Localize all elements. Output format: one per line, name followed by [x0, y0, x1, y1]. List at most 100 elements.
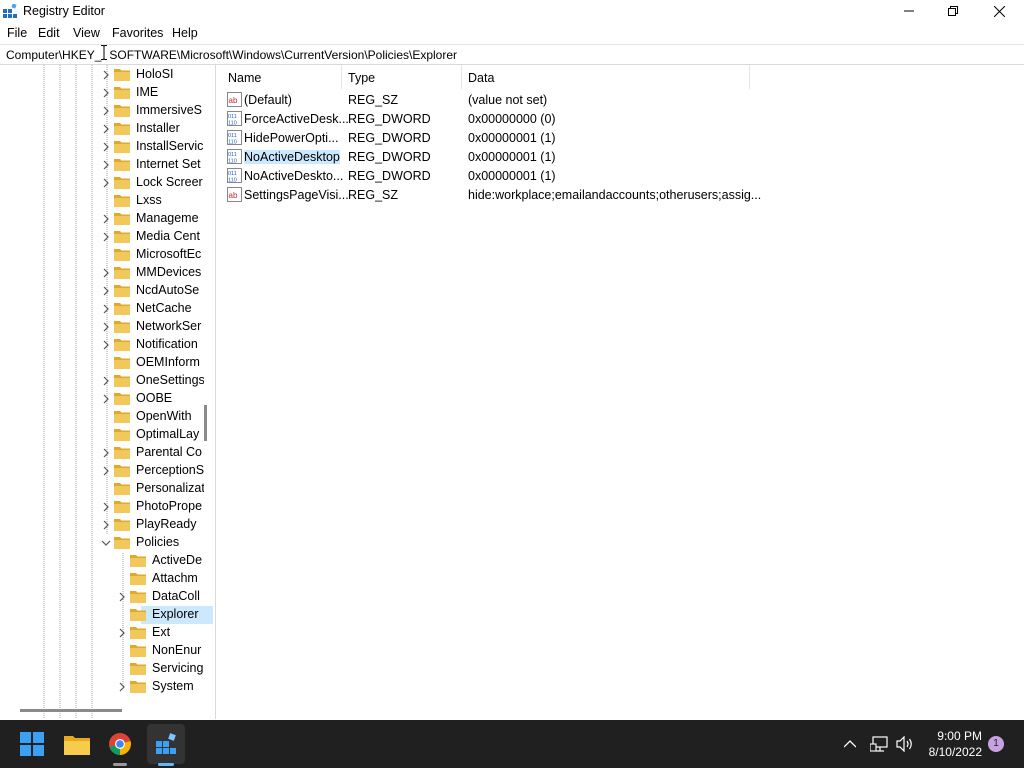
tree-item[interactable]: System	[0, 678, 204, 696]
address-path[interactable]: Computer\HKEY_ SOFTWARE\Microsoft\Windows…	[6, 48, 457, 62]
chevron-right-icon[interactable]	[101, 178, 111, 188]
clock[interactable]: 9:00 PM 8/10/2022	[920, 728, 982, 760]
menu-edit[interactable]: Edit	[38, 26, 60, 40]
tree-item[interactable]: Policies	[0, 534, 204, 552]
menu-favorites[interactable]: Favorites	[112, 26, 163, 40]
chevron-right-icon[interactable]	[101, 286, 111, 296]
file-explorer-button[interactable]	[61, 728, 93, 760]
chevron-right-icon[interactable]	[117, 628, 127, 638]
network-button[interactable]	[866, 730, 892, 758]
chevron-right-icon[interactable]	[101, 376, 111, 386]
tree-item[interactable]: Media Cent	[0, 228, 204, 246]
tree-item[interactable]: ActiveDe	[0, 552, 204, 570]
close-button[interactable]	[976, 0, 1022, 22]
tree-item[interactable]: Lxss	[0, 192, 204, 210]
notification-badge[interactable]: 1	[988, 736, 1004, 752]
menu-help[interactable]: Help	[172, 26, 198, 40]
chevron-right-icon[interactable]	[101, 232, 111, 242]
tree-item[interactable]: NonEnur	[0, 642, 204, 660]
chevron-right-icon[interactable]	[101, 214, 111, 224]
chevron-right-icon[interactable]	[101, 394, 111, 404]
folder-icon	[114, 339, 130, 351]
column-header-name[interactable]: Name	[228, 71, 261, 85]
tree-item[interactable]: OneSettings	[0, 372, 204, 390]
value-row[interactable]: ab SettingsPageVisi... REG_SZ hide:workplac…	[221, 186, 761, 205]
tree-item[interactable]: NcdAutoSe	[0, 282, 204, 300]
chevron-right-icon[interactable]	[101, 340, 111, 350]
column-divider[interactable]	[341, 65, 342, 89]
column-divider[interactable]	[749, 65, 750, 89]
column-header-type[interactable]: Type	[348, 71, 375, 85]
tree-item[interactable]: InstallServic	[0, 138, 204, 156]
chevron-right-icon[interactable]	[101, 124, 111, 134]
tree-item[interactable]: PhotoPrope	[0, 498, 204, 516]
menu-view[interactable]: View	[73, 26, 100, 40]
chevron-right-icon[interactable]	[101, 88, 111, 98]
address-bar[interactable]: Computer\HKEY_ SOFTWARE\Microsoft\Windows…	[0, 44, 1024, 65]
menu-file[interactable]: File	[7, 26, 27, 40]
minimize-button[interactable]	[886, 0, 932, 22]
tree-item[interactable]: OpenWith	[0, 408, 204, 426]
tree-item[interactable]: Internet Set	[0, 156, 204, 174]
tree-item[interactable]: Explorer	[0, 606, 204, 624]
tree-item[interactable]: Parental Co	[0, 444, 204, 462]
tree-item[interactable]: Attachm	[0, 570, 204, 588]
tree-item[interactable]: Ext	[0, 624, 204, 642]
key-tree[interactable]: HoloSI IME ImmersiveS Installer InstallServi…	[0, 65, 216, 719]
value-row[interactable]: 110 011 ForceActiveDesk... REG_DWORD 0x00000…	[221, 110, 751, 129]
tree-item[interactable]: DataColl	[0, 588, 204, 606]
volume-button[interactable]	[892, 730, 918, 758]
tree-item[interactable]: Personalizat	[0, 480, 204, 498]
tree-item[interactable]: ImmersiveS	[0, 102, 204, 120]
tree-item-label: OptimalLay	[136, 427, 200, 441]
tree-item[interactable]: Manageme	[0, 210, 204, 228]
tree-item[interactable]: Installer	[0, 120, 204, 138]
chrome-button[interactable]	[104, 728, 136, 760]
registry-editor-active-indicator	[158, 763, 174, 766]
tree-item[interactable]: NetCache	[0, 300, 204, 318]
chevron-right-icon[interactable]	[101, 304, 111, 314]
start-button[interactable]	[16, 728, 48, 760]
tree-item[interactable]: MMDevices	[0, 264, 204, 282]
tree-item[interactable]: PlayReady	[0, 516, 204, 534]
chevron-right-icon[interactable]	[101, 520, 111, 530]
chevron-right-icon[interactable]	[117, 682, 127, 692]
tree-item[interactable]: PerceptionS	[0, 462, 204, 480]
chevron-right-icon[interactable]	[101, 322, 111, 332]
tree-vertical-scrollbar[interactable]	[204, 405, 207, 441]
tree-item[interactable]: Lock Screer	[0, 174, 204, 192]
value-row[interactable]: 110 011 NoActiveDesktop REG_DWORD 0x00000001…	[221, 148, 751, 167]
tree-item[interactable]: IME	[0, 84, 204, 102]
tree-item-label: NonEnur	[152, 643, 202, 657]
column-divider[interactable]	[461, 65, 462, 89]
chevron-right-icon[interactable]	[101, 142, 111, 152]
registry-editor-taskbar-button[interactable]	[150, 728, 182, 760]
folder-icon	[114, 411, 130, 423]
tree-item[interactable]: MicrosoftEc	[0, 246, 204, 264]
tree-item[interactable]: HoloSI	[0, 66, 204, 84]
chevron-right-icon[interactable]	[101, 70, 111, 80]
chevron-right-icon[interactable]	[101, 160, 111, 170]
chevron-right-icon[interactable]	[101, 268, 111, 278]
tree-item[interactable]: OOBE	[0, 390, 204, 408]
tree-item[interactable]: OEMInform	[0, 354, 204, 372]
value-row[interactable]: ab (Default) REG_SZ (value not set)	[221, 91, 751, 110]
tree-item-label: Servicing	[152, 661, 204, 675]
tree-item[interactable]: Notification	[0, 336, 204, 354]
tree-item[interactable]: OptimalLay	[0, 426, 204, 444]
chevron-right-icon[interactable]	[101, 466, 111, 476]
chevron-right-icon[interactable]	[101, 502, 111, 512]
show-hidden-icons-button[interactable]	[836, 730, 864, 758]
chevron-right-icon[interactable]	[101, 448, 111, 458]
values-list[interactable]: Name Type Data ab (Default) REG_SZ (value n…	[221, 65, 1024, 719]
tree-item[interactable]: NetworkSer	[0, 318, 204, 336]
chevron-down-icon[interactable]	[101, 538, 111, 548]
maximize-button[interactable]	[930, 0, 976, 22]
tree-item[interactable]: Servicing	[0, 660, 204, 678]
column-header-data[interactable]: Data	[468, 71, 494, 85]
chevron-right-icon[interactable]	[117, 592, 127, 602]
value-row[interactable]: 110 011 NoActiveDeskto... REG_DWORD 0x000000…	[221, 167, 751, 186]
chevron-right-icon[interactable]	[101, 106, 111, 116]
value-row[interactable]: 110 011 HidePowerOpti... REG_DWORD 0x0000000…	[221, 129, 751, 148]
tree-horizontal-scrollbar[interactable]	[20, 709, 122, 712]
